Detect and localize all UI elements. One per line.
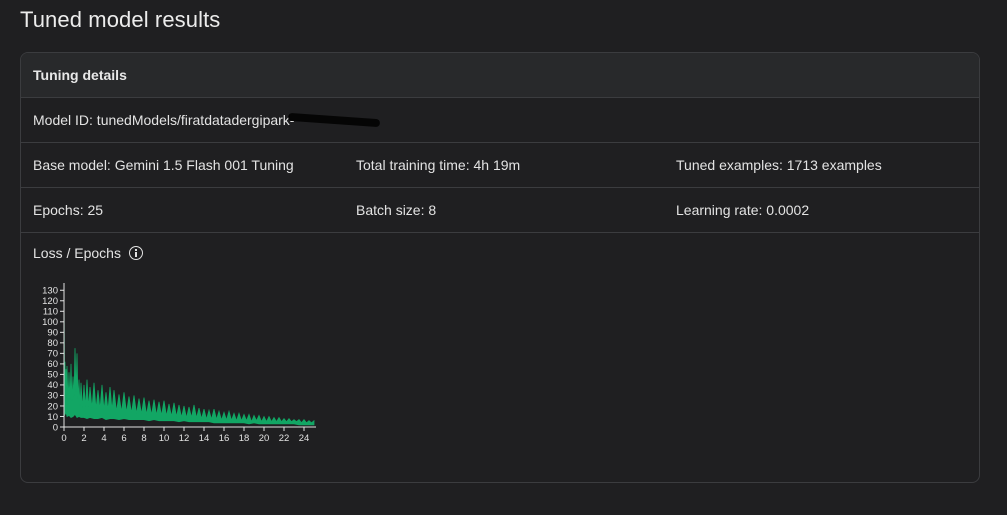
x-tick-label: 16: [219, 433, 230, 444]
base-model: Base model: Gemini 1.5 Flash 001 Tuning: [33, 157, 294, 173]
tuning-details-card: Tuning details Model ID: tunedModels/fir…: [20, 52, 980, 483]
x-tick-label: 20: [259, 433, 270, 444]
x-tick-label: 2: [81, 433, 86, 444]
y-tick-label: 20: [47, 401, 58, 412]
y-tick-label: 10: [47, 412, 58, 423]
learning-rate: Learning rate: 0.0002: [676, 202, 810, 218]
y-tick-label: 100: [42, 317, 58, 328]
loss-area-series-0: [63, 290, 315, 426]
x-tick-label: 0: [61, 433, 66, 444]
y-tick-label: 120: [42, 296, 58, 307]
y-tick-label: 30: [47, 391, 58, 402]
total-training-time: Total training time: 4h 19m: [356, 157, 521, 173]
x-tick-label: 14: [199, 433, 210, 444]
loss-chart: 01020304050607080901001101201300 2 4 6 8 10 12…: [42, 283, 316, 444]
y-tick-label: 0: [53, 422, 58, 433]
info-icon[interactable]: [128, 246, 143, 260]
redaction-mark: [288, 112, 381, 128]
model-id: Model ID: tunedModels/firatdatadergipark…: [33, 98, 381, 142]
chart-title-text: Loss / Epochs: [33, 245, 121, 261]
x-tick-label: 6: [121, 433, 126, 444]
y-tick-label: 90: [47, 328, 58, 339]
batch-size: Batch size: 8: [356, 202, 437, 218]
chart-title: Loss / Epochs: [33, 245, 143, 261]
model-id-text: Model ID: tunedModels/firatdatadergipark…: [33, 112, 295, 128]
model-info-row: Base model: Gemini 1.5 Flash 001 Tuning …: [21, 143, 979, 188]
y-tick-label: 50: [47, 370, 58, 381]
y-tick-label: 40: [47, 380, 58, 391]
model-id-row: Model ID: tunedModels/firatdatadergipark…: [21, 98, 979, 143]
card-header: Tuning details: [21, 53, 979, 98]
x-tick-label: 10: [159, 433, 170, 444]
x-tick-label: 8: [141, 433, 146, 444]
page-title: Tuned model results: [20, 7, 221, 32]
epochs: Epochs: 25: [33, 202, 104, 218]
x-tick-label: 24: [299, 433, 310, 444]
y-tick-label: 110: [43, 307, 58, 318]
loss-chart-section: Loss / Epochs 0 10 20 30 40 50 60 70 80 90 100 110 1…: [21, 233, 979, 481]
x-tick-label: 22: [279, 433, 290, 444]
tuned-examples: Tuned examples: 1713 examples: [676, 157, 882, 173]
x-tick-label: 18: [239, 433, 250, 444]
x-tick-label: 4: [101, 433, 106, 444]
y-tick-label: 130: [42, 286, 58, 297]
hyperparameters-row: Epochs: 25 Batch size: 8 Learning rate: …: [21, 188, 979, 233]
y-tick-label: 60: [47, 359, 58, 370]
x-tick-label: 12: [179, 433, 190, 444]
y-tick-label: 80: [47, 338, 58, 349]
y-tick-label: 70: [47, 349, 58, 360]
